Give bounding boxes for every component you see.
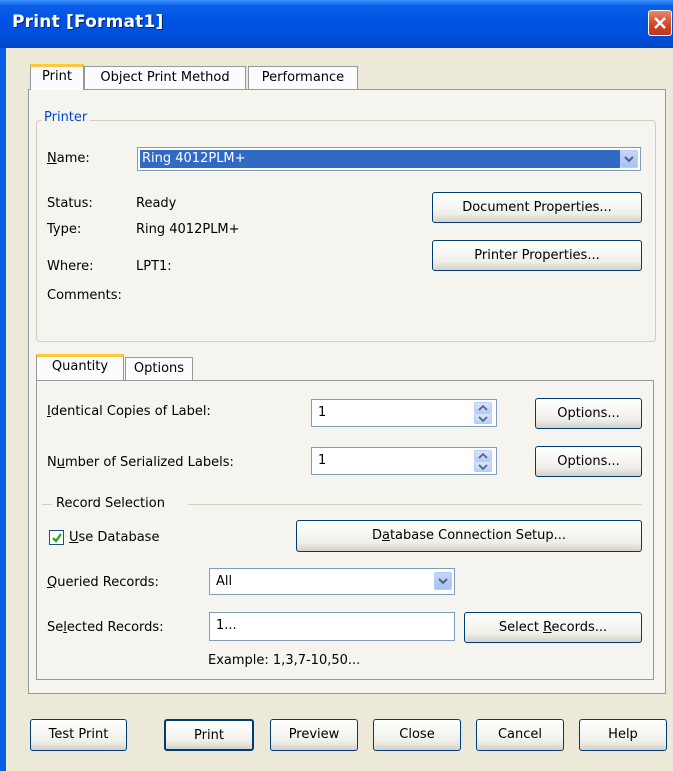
type-value: Ring 4012PLM+: [136, 222, 240, 237]
queried-records-label: Queried Records:: [47, 575, 159, 590]
identical-copies-options-button[interactable]: Options...: [535, 398, 642, 429]
selected-records-input[interactable]: 1...: [209, 612, 455, 641]
select-records-button[interactable]: Select Records...: [464, 612, 642, 643]
test-print-button[interactable]: Test Print: [30, 719, 127, 751]
document-properties-button[interactable]: Document Properties...: [432, 192, 642, 223]
printer-name-dropdown[interactable]: Ring 4012PLM+: [137, 147, 641, 171]
status-label: Status:: [47, 196, 93, 211]
example-text: Example: 1,3,7-10,50...: [208, 653, 361, 668]
where-value: LPT1:: [136, 259, 172, 274]
subtab-quantity[interactable]: Quantity: [36, 354, 124, 380]
spin-up-icon[interactable]: [474, 450, 492, 461]
identical-copies-input[interactable]: 1: [311, 399, 497, 427]
chevron-down-icon[interactable]: [434, 572, 452, 590]
where-label: Where:: [47, 259, 94, 274]
printer-group-label: Printer: [41, 110, 91, 125]
preview-button[interactable]: Preview: [270, 719, 358, 751]
printer-properties-button[interactable]: Printer Properties...: [432, 240, 642, 271]
serialized-labels-options-button[interactable]: Options...: [535, 446, 642, 477]
identical-copies-label: Identical Copies of Label:: [47, 404, 211, 419]
printer-name-value: Ring 4012PLM+: [140, 150, 620, 168]
queried-records-value: All: [216, 574, 233, 589]
type-label: Type:: [47, 222, 82, 237]
serialized-labels-value: 1: [318, 453, 327, 468]
print-button[interactable]: Print: [164, 719, 254, 751]
use-database-label[interactable]: Use Database: [69, 530, 159, 545]
spin-down-icon[interactable]: [474, 413, 492, 424]
serialized-labels-label: Number of Serialized Labels:: [47, 455, 234, 470]
use-database-checkbox[interactable]: [49, 530, 64, 545]
identical-copies-stepper[interactable]: [474, 402, 492, 424]
window-title: Print [Format1]: [12, 12, 164, 32]
cancel-button[interactable]: Cancel: [476, 719, 564, 751]
close-icon: [654, 17, 666, 29]
chevron-down-icon[interactable]: [620, 150, 638, 168]
serialized-labels-input[interactable]: 1: [311, 447, 497, 475]
comments-label: Comments:: [47, 288, 122, 303]
tab-print[interactable]: Print: [30, 64, 84, 90]
tab-performance[interactable]: Performance: [248, 66, 358, 90]
help-button[interactable]: Help: [579, 719, 667, 751]
subtab-options[interactable]: Options: [125, 357, 193, 381]
status-value: Ready: [136, 196, 177, 211]
selected-records-value: 1...: [216, 618, 237, 633]
close-window-button[interactable]: [648, 10, 672, 36]
window-frame: [0, 48, 6, 771]
serialized-labels-stepper[interactable]: [474, 450, 492, 472]
database-connection-setup-button[interactable]: Database Connection Setup...: [296, 520, 642, 552]
identical-copies-value: 1: [318, 405, 327, 420]
printer-name-label: Name:: [47, 151, 90, 166]
checkmark-icon: [52, 533, 62, 543]
title-bar[interactable]: Print [Format1]: [0, 0, 673, 48]
record-selection-separator-left: [42, 504, 52, 505]
spin-down-icon[interactable]: [474, 461, 492, 472]
selected-records-label: Selected Records:: [47, 620, 164, 635]
record-selection-separator: [188, 504, 642, 505]
spin-up-icon[interactable]: [474, 402, 492, 413]
close-button[interactable]: Close: [373, 719, 461, 751]
record-selection-label: Record Selection: [56, 496, 165, 511]
tab-object-print-method[interactable]: Object Print Method: [84, 66, 246, 90]
queried-records-dropdown[interactable]: All: [209, 568, 455, 595]
